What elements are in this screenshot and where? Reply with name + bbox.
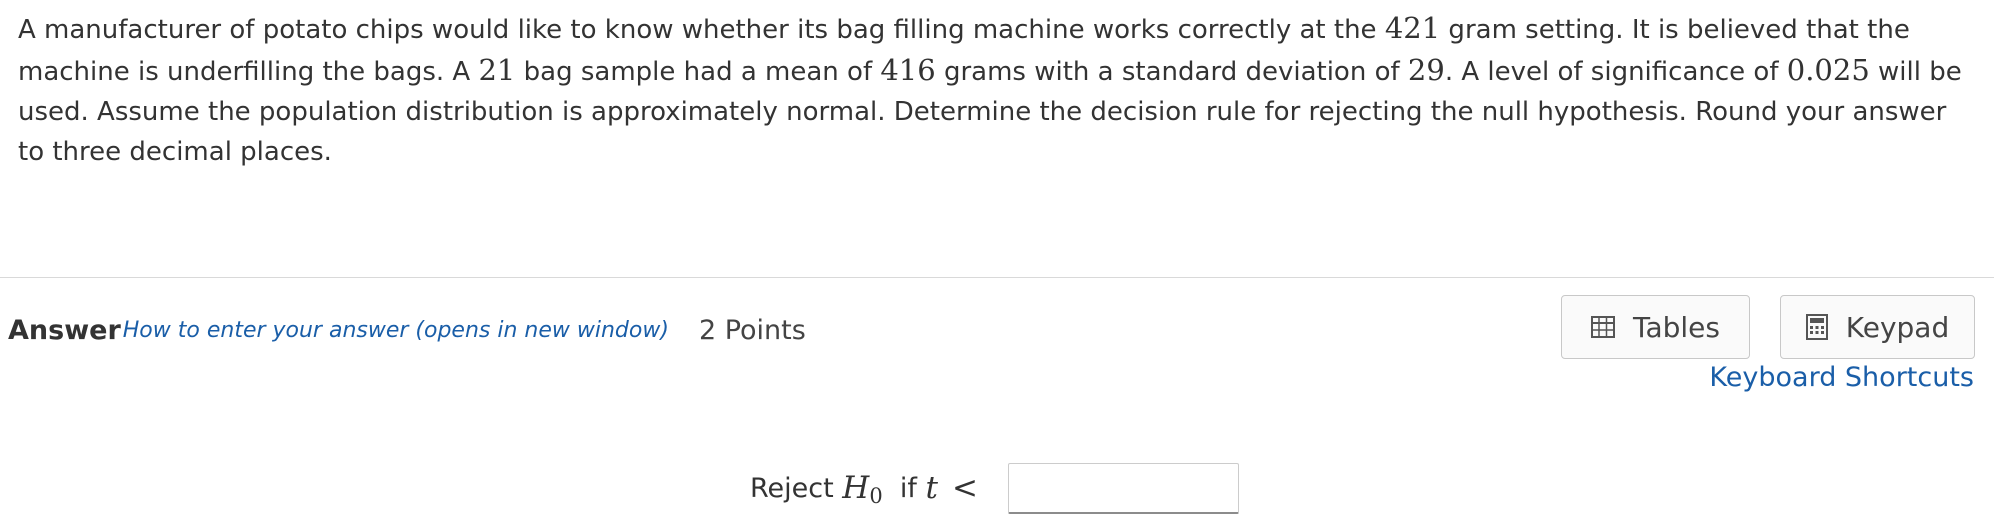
tables-button[interactable]: Tables xyxy=(1561,295,1750,359)
how-to-enter-answer-link[interactable]: How to enter your answer (opens in new w… xyxy=(123,318,669,343)
table-icon xyxy=(1591,316,1615,338)
answer-label: Answer xyxy=(8,314,121,346)
question-part: A manufacturer of potato chips would lik… xyxy=(18,15,1385,45)
sample-mean-value: 416 xyxy=(880,53,936,87)
less-than-operator: < xyxy=(951,470,978,506)
sample-size-value: 21 xyxy=(478,53,516,87)
critical-value-input[interactable] xyxy=(1007,462,1239,514)
test-statistic-symbol: t xyxy=(925,470,938,506)
points-label: 2 Points xyxy=(698,314,806,346)
significance-level-value: 0.025 xyxy=(1786,53,1870,87)
std-dev-value: 29 xyxy=(1407,53,1445,87)
gram-setting-value: 421 xyxy=(1384,11,1441,45)
tables-button-label: Tables xyxy=(1633,310,1720,344)
reject-label: Reject xyxy=(750,472,834,504)
answer-header: Answer How to enter your answer (opens i… xyxy=(8,310,806,350)
question-part: grams with a standard deviation of xyxy=(935,57,1408,87)
section-divider xyxy=(0,277,1994,278)
question-part: bag sample had a mean of xyxy=(515,57,881,87)
keypad-button[interactable]: Keypad xyxy=(1780,295,1975,359)
hypothesis-subscript: 0 xyxy=(869,484,883,508)
calculator-icon xyxy=(1805,314,1828,340)
keypad-button-label: Keypad xyxy=(1845,310,1950,344)
hypothesis-symbol: H xyxy=(842,470,870,506)
question-text: A manufacturer of potato chips would lik… xyxy=(18,8,1978,172)
decision-rule-row: Reject H0 if t < xyxy=(750,462,1239,514)
question-part: . A level of significance of xyxy=(1444,57,1787,87)
if-label: if xyxy=(899,472,917,504)
keyboard-shortcuts-link[interactable]: Keyboard Shortcuts xyxy=(1709,362,1974,393)
